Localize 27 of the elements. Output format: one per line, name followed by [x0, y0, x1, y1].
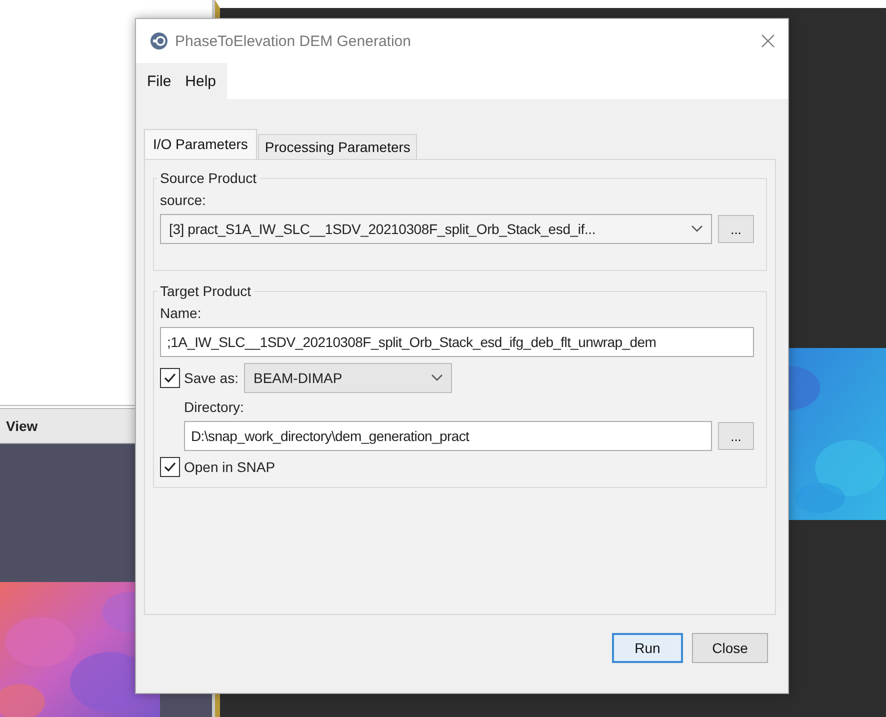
- name-field[interactable]: ;1A_IW_SLC__1SDV_20210308F_split_Orb_Stack_esd_ifg_deb_flt_unwrap_dem: [160, 327, 754, 357]
- checkbox[interactable]: [160, 368, 180, 388]
- run-button[interactable]: Run: [612, 633, 683, 663]
- tab[interactable]: Processing Parameters: [258, 134, 418, 159]
- close-icon[interactable]: [760, 33, 776, 49]
- browse-button[interactable]: ...: [718, 422, 754, 450]
- chevron-down-icon: [431, 374, 444, 382]
- format-dropdown[interactable]: BEAM-DIMAP: [244, 363, 452, 393]
- menu-item[interactable]: Help: [180, 72, 222, 90]
- menu-item[interactable]: File: [142, 72, 176, 90]
- field-label: source:: [160, 192, 207, 208]
- checkbox[interactable]: [160, 457, 180, 477]
- field-label: Name:: [160, 305, 202, 321]
- close-button[interactable]: Close: [692, 633, 768, 663]
- group-heading: Source Product: [159, 170, 258, 186]
- check-icon: [163, 371, 177, 385]
- group-heading: Target Product: [159, 283, 252, 299]
- source-dropdown[interactable]: [3] pract_S1A_IW_SLC__1SDV_20210308F_split_Orb_Stack_esd_if...: [160, 214, 712, 244]
- checkbox-label: Open in SNAP: [184, 459, 276, 475]
- window-title: PhaseToElevation DEM Generation: [175, 32, 412, 50]
- chevron-down-icon: [691, 225, 703, 233]
- checkbox-label: Save as:: [184, 370, 238, 386]
- tab[interactable]: I/O Parameters: [144, 129, 257, 159]
- directory-field[interactable]: D:\snap_work_directory\dem_generation_pract: [184, 421, 712, 451]
- browse-button[interactable]: ...: [718, 215, 754, 243]
- app-logo-icon: [150, 32, 168, 50]
- check-icon: [163, 460, 177, 474]
